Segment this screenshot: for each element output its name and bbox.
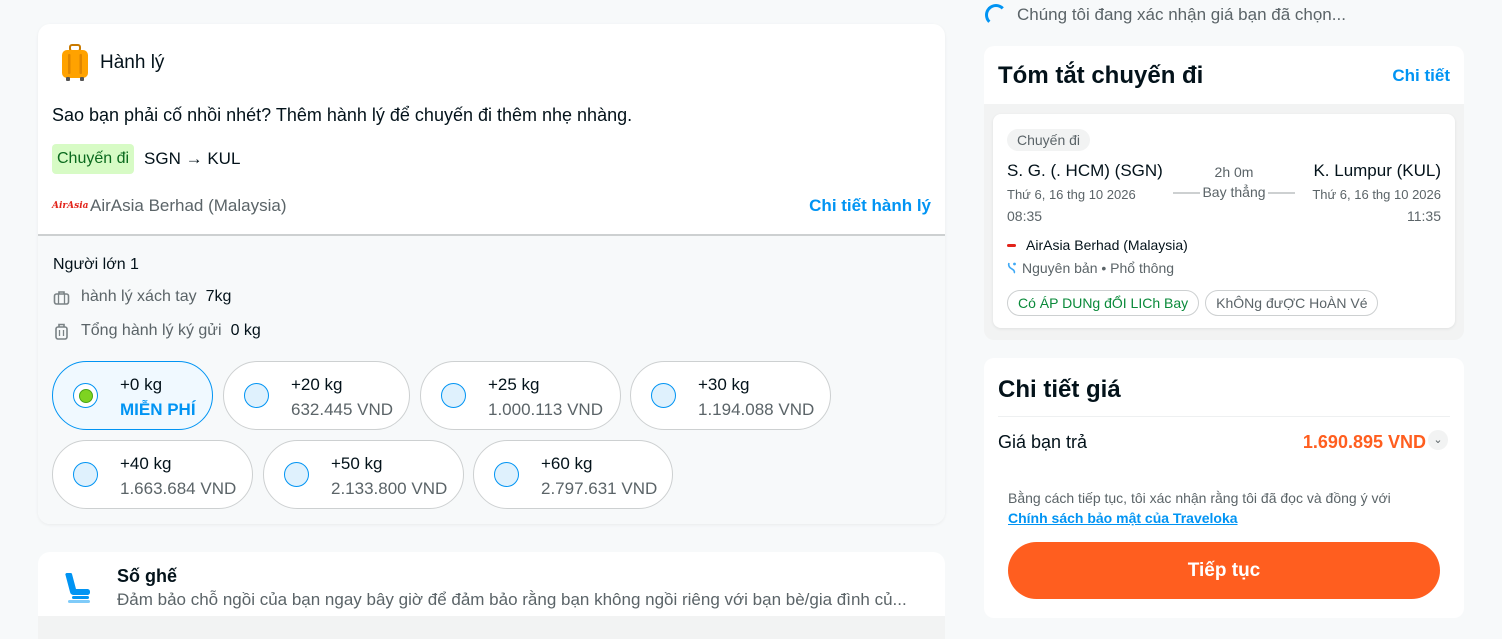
baggage-card: Hành lý Sao bạn phải cố nhồi nhét? Thêm …	[38, 24, 945, 524]
route-row: Chuyến đi SGN → KUL	[52, 144, 240, 174]
option-weight: +40 kg	[120, 454, 172, 473]
reschedule-tag: Có ÁP DUNg đỔI LICh Bay	[1007, 290, 1200, 316]
option-weight: +0 kg	[120, 375, 163, 394]
route-text: SGN → KUL	[144, 149, 241, 168]
trip-summary: Tóm tắt chuyến đi Chi tiết Chuyến đi S. …	[984, 46, 1464, 340]
trip-summary-title: Tóm tắt chuyến đi	[998, 62, 1204, 89]
chevron-down-icon[interactable]: ⌄	[1428, 430, 1448, 450]
radio[interactable]	[73, 462, 98, 487]
baggage-option-30kg[interactable]: +30 kg 1.194.088 VND	[630, 361, 831, 430]
option-price: 1.663.684 VND	[120, 479, 237, 498]
option-price: 1.000.113 VND	[488, 400, 603, 419]
baggage-heading: Hành lý	[60, 44, 164, 82]
baggage-option-60kg[interactable]: +60 kg 2.797.631 VND	[473, 440, 673, 509]
direction-pill: Chuyến đi	[1007, 129, 1091, 151]
baggage-option-50kg[interactable]: +50 kg 2.133.800 VND	[263, 440, 464, 509]
passenger-label: Người lớn 1	[53, 256, 139, 273]
radio[interactable]	[441, 383, 466, 408]
trip-summary-header: Tóm tắt chuyến đi Chi tiết	[984, 46, 1464, 104]
checked-baggage-row: Tổng hành lý ký gửi 0 kg	[53, 322, 261, 340]
fare-tags: Có ÁP DUNg đỔI LICh Bay KhÔNg đưỢC HoÀN …	[1007, 290, 1379, 316]
baggage-description: Sao bạn phải cố nhồi nhét? Thêm hành lý …	[52, 105, 633, 125]
privacy-policy-link[interactable]: Chính sách bảo mật của Traveloka	[1008, 510, 1238, 526]
fare-info-icon	[1007, 262, 1016, 274]
departure-date: Thứ 6, 16 thg 10 2026	[1007, 187, 1136, 202]
option-price: 2.797.631 VND	[541, 479, 658, 498]
terms-text: Bằng cách tiếp tục, tôi xác nhận rằng tô…	[1008, 490, 1391, 506]
cabin-baggage-row: hành lý xách tay 7kg	[53, 288, 231, 306]
baggage-option-0kg[interactable]: +0 kg MIỄN PHÍ	[52, 361, 213, 430]
seat-card-footer	[38, 616, 945, 639]
radio[interactable]	[284, 462, 309, 487]
arrival-date: Thứ 6, 16 thg 10 2026	[1312, 187, 1441, 202]
option-weight: +20 kg	[291, 375, 343, 394]
continue-button[interactable]: Tiếp tục	[1008, 542, 1440, 599]
baggage-options-section: Người lớn 1 hành lý xách tay 7kg Tổng hà…	[38, 236, 945, 524]
option-price: 632.445 VND	[291, 400, 394, 419]
seat-icon	[65, 573, 90, 603]
option-weight: +50 kg	[331, 454, 383, 473]
baggage-option-25kg[interactable]: +25 kg 1.000.113 VND	[420, 361, 621, 430]
baggage-detail-link[interactable]: Chi tiết hành lý	[809, 196, 931, 216]
airasia-logo: AirAsia	[52, 201, 89, 211]
option-price: 2.133.800 VND	[331, 479, 448, 498]
flight-airline: AirAsia Berhad (Malaysia)	[1007, 237, 1188, 253]
stops-text: Bay thẳng	[1200, 184, 1268, 200]
trip-summary-detail-link[interactable]: Chi tiết	[1392, 66, 1450, 86]
baggage-title: Hành lý	[100, 52, 165, 73]
option-weight: +25 kg	[488, 375, 540, 394]
arrival-airport: K. Lumpur (KUL)	[1313, 161, 1441, 180]
arrival-info: K. Lumpur (KUL) Thứ 6, 16 thg 10 2026 11…	[1312, 161, 1441, 224]
price-details: Chi tiết giá Giá bạn trả 1.690.895 VND ⌄…	[984, 358, 1464, 618]
option-price: MIỄN PHÍ	[120, 400, 196, 419]
radio[interactable]	[494, 462, 519, 487]
baggage-option-20kg[interactable]: +20 kg 632.445 VND	[223, 361, 410, 430]
option-price: 1.194.088 VND	[698, 400, 815, 419]
seat-title: Số ghế	[117, 566, 178, 586]
cabin-baggage-kg: 7kg	[205, 288, 232, 305]
suitcase-icon	[55, 323, 68, 340]
flight-duration: 2h 0m Bay thẳng	[1173, 164, 1295, 200]
baggage-header-section: Hành lý Sao bạn phải cố nhồi nhét? Thêm …	[38, 24, 945, 236]
briefcase-icon	[53, 290, 70, 305]
flight-card: Chuyến đi S. G. (. HCM) (SGN) Thứ 6, 16 …	[993, 114, 1455, 328]
departure-time: 08:35	[1007, 208, 1043, 224]
luggage-icon	[62, 44, 88, 81]
fare-class-text: Nguyên bản • Phổ thông	[1022, 260, 1175, 276]
airline-row: AirAsia AirAsia Berhad (Malaysia) Chi ti…	[52, 196, 931, 216]
airasia-logo-icon	[1007, 243, 1016, 247]
refund-tag: KhÔNg đưỢC HoÀN Vé	[1205, 290, 1379, 316]
seat-card[interactable]: Số ghế Đảm bảo chỗ ngồi của bạn ngay bây…	[38, 552, 945, 639]
confirm-text: Chúng tôi đang xác nhận giá bạn đã chọn.…	[1017, 5, 1346, 24]
radio[interactable]	[651, 383, 676, 408]
pay-label: Giá bạn trả	[998, 432, 1088, 452]
checked-baggage-label: Tổng hành lý ký gửi	[81, 322, 222, 339]
option-weight: +60 kg	[541, 454, 593, 473]
cabin-baggage-label: hành lý xách tay	[81, 288, 197, 305]
flight-airline-name: AirAsia Berhad (Malaysia)	[1026, 237, 1188, 253]
fare-class: Nguyên bản • Phổ thông	[1007, 260, 1174, 276]
direction-tag: Chuyến đi	[52, 144, 135, 174]
price-details-title: Chi tiết giá	[998, 376, 1121, 403]
checked-baggage-kg: 0 kg	[230, 322, 261, 339]
departure-info: S. G. (. HCM) (SGN) Thứ 6, 16 thg 10 202…	[1007, 161, 1163, 224]
airline-name: AirAsia Berhad (Malaysia)	[90, 196, 287, 215]
duration-text: 2h 0m	[1214, 164, 1254, 180]
loading-spinner-icon	[985, 4, 1007, 26]
radio-selected[interactable]	[73, 383, 98, 408]
pay-amount[interactable]: 1.690.895 VND	[1303, 432, 1426, 453]
arrival-time: 11:35	[1407, 208, 1441, 224]
seat-description: Đảm bảo chỗ ngồi của bạn ngay bây giờ để…	[117, 590, 907, 609]
departure-airport: S. G. (. HCM) (SGN)	[1007, 161, 1163, 180]
baggage-option-40kg[interactable]: +40 kg 1.663.684 VND	[52, 440, 253, 509]
radio[interactable]	[244, 383, 269, 408]
divider	[998, 416, 1450, 417]
price-confirm-status: Chúng tôi đang xác nhận giá bạn đã chọn.…	[985, 4, 1346, 26]
option-weight: +30 kg	[698, 375, 750, 394]
